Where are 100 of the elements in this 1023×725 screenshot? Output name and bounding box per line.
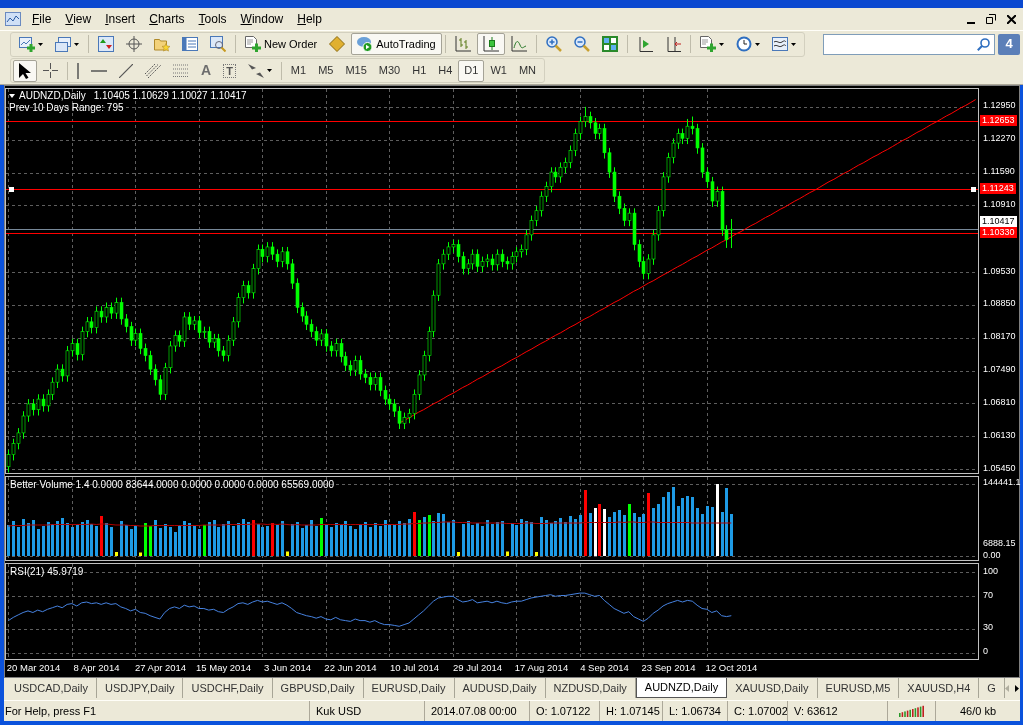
chart-tab[interactable]: XAUUSD,H4 xyxy=(899,678,980,698)
bar xyxy=(330,527,333,556)
menu-item[interactable]: View xyxy=(58,11,99,27)
chart-tab[interactable]: XAUUSD,Daily xyxy=(727,678,818,698)
price-tag: 1.11243 xyxy=(980,182,1016,194)
price-tag: 1.12653 xyxy=(980,114,1017,126)
chart-tab[interactable]: GBPUSD,Daily xyxy=(272,678,364,698)
date-label: 10 Jul 2014 xyxy=(388,662,441,674)
timeframe-button[interactable]: MN xyxy=(512,59,543,82)
autotrading-button[interactable]: AutoTrading xyxy=(351,33,442,55)
drawing-tool-button[interactable] xyxy=(13,59,37,82)
chart-type-button[interactable] xyxy=(476,33,505,55)
timeframe-button[interactable]: M1 xyxy=(284,59,313,82)
chart-tab[interactable]: G xyxy=(979,678,1005,698)
candlestick-icon xyxy=(482,36,499,52)
menu-item[interactable]: Charts xyxy=(142,11,192,27)
chart-tab[interactable]: NZDUSD,Daily xyxy=(545,678,636,698)
bar xyxy=(149,526,152,556)
bar xyxy=(359,524,362,556)
bar xyxy=(623,515,626,556)
bar xyxy=(603,509,606,556)
bar xyxy=(408,519,411,556)
bar xyxy=(418,520,421,556)
axis-label: 1.09530 xyxy=(983,265,1016,277)
selection-handle-icon[interactable] xyxy=(9,187,14,192)
bar xyxy=(642,514,645,556)
bar xyxy=(81,522,84,556)
menu-item[interactable]: Help xyxy=(290,11,329,27)
timeframe-button[interactable]: M15 xyxy=(339,59,373,82)
scroll-right-icon[interactable] xyxy=(1014,684,1019,692)
bar xyxy=(496,522,499,556)
bar xyxy=(594,508,597,556)
bar xyxy=(384,520,387,556)
chart-tab[interactable]: USDCAD,Daily xyxy=(6,678,97,698)
vertical-line-icon xyxy=(77,62,79,79)
chart-tab[interactable]: USDCHF,Daily xyxy=(183,678,273,698)
indicator-title: RSI(21) 45.9719 xyxy=(10,566,84,578)
caret-down-icon[interactable] xyxy=(9,94,15,98)
bar xyxy=(569,516,572,556)
axis-label: 1.06130 xyxy=(983,429,1016,441)
bar xyxy=(120,521,123,556)
timeframe-button[interactable]: H1 xyxy=(406,59,433,82)
menu-item[interactable]: Window xyxy=(233,11,291,27)
bar xyxy=(691,497,694,556)
bar xyxy=(716,484,719,556)
bar xyxy=(725,488,728,556)
menu-item[interactable]: File xyxy=(25,11,59,27)
text-label-tool-button[interactable]: T xyxy=(217,59,242,82)
menu-item[interactable]: Insert xyxy=(98,11,143,27)
bar xyxy=(213,520,216,556)
chart-tab[interactable]: EURUSD,Daily xyxy=(363,678,455,698)
scroll-left-icon[interactable] xyxy=(1004,684,1009,692)
axis-label: 100 xyxy=(983,565,999,577)
chart-tab[interactable]: USDJPY,Daily xyxy=(96,678,184,698)
bar xyxy=(130,529,133,556)
bar xyxy=(618,510,621,556)
timeframe-button[interactable]: D1 xyxy=(458,59,485,82)
bar xyxy=(100,516,103,556)
chart-tab[interactable]: AUDUSD,Daily xyxy=(454,678,546,698)
bar xyxy=(12,521,15,556)
bar xyxy=(32,520,35,556)
bar xyxy=(574,519,577,556)
chart-tab[interactable]: AUDNZD,Daily xyxy=(635,678,728,698)
chart-symbol: AUDNZD,Daily xyxy=(19,90,86,102)
price-line[interactable] xyxy=(6,187,978,192)
date-label: 29 Jul 2014 xyxy=(451,662,504,674)
new-order-button[interactable]: New Order xyxy=(239,33,324,55)
bar xyxy=(403,523,406,556)
timeframe-button[interactable]: M30 xyxy=(372,59,407,82)
selection-handle-icon[interactable] xyxy=(971,187,976,192)
bar xyxy=(203,525,206,556)
chart-tab[interactable]: EURUSD,M5 xyxy=(817,678,900,698)
bar xyxy=(159,528,162,556)
caret-icon xyxy=(38,42,43,46)
chart-window-icon xyxy=(5,12,21,26)
bar xyxy=(520,519,523,556)
timeframe-button[interactable]: W1 xyxy=(484,59,513,82)
timeframe-button[interactable]: M5 xyxy=(312,59,340,82)
bar xyxy=(76,525,79,556)
message-count-badge[interactable]: 4 xyxy=(998,33,1020,55)
bar xyxy=(545,520,548,556)
search-field[interactable] xyxy=(823,33,995,55)
bar xyxy=(706,506,709,556)
menu-item[interactable]: Tools xyxy=(191,11,234,27)
text-tool-button[interactable]: A xyxy=(195,59,218,82)
bar xyxy=(442,514,445,556)
timeframe-button[interactable]: H4 xyxy=(432,59,459,82)
status-text: O: 1.07122 xyxy=(529,701,599,721)
bar xyxy=(349,526,352,556)
bar xyxy=(584,490,587,556)
bar xyxy=(340,525,343,556)
line-chart-icon xyxy=(510,36,527,52)
axis-label: 0.00 xyxy=(983,549,1001,561)
bar xyxy=(296,522,299,556)
bar xyxy=(369,527,372,556)
chart-template-icon xyxy=(771,37,788,51)
magnifier-window-icon xyxy=(210,36,226,52)
bar xyxy=(310,520,313,556)
bar xyxy=(247,522,250,556)
bar xyxy=(222,524,225,556)
